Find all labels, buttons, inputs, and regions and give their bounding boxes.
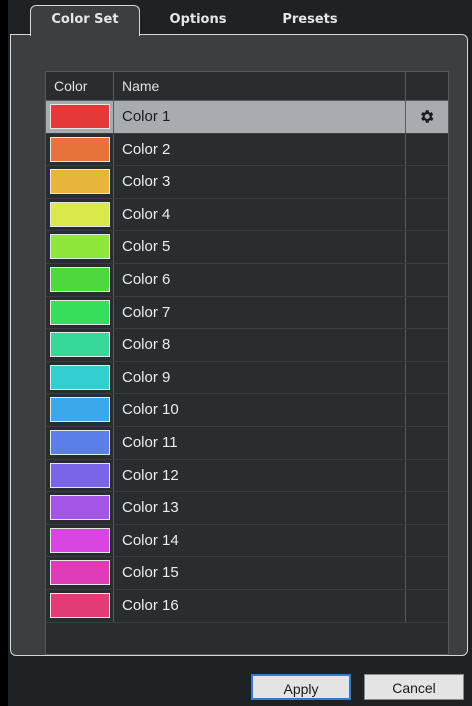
column-header-color[interactable]: Color: [46, 72, 114, 100]
table-row[interactable]: Color 4: [46, 198, 448, 232]
color-cell: [46, 361, 114, 394]
column-header-actions: [406, 72, 448, 100]
gear-icon[interactable]: [418, 108, 435, 125]
color-name[interactable]: Color 9: [114, 361, 406, 394]
color-name[interactable]: Color 3: [114, 166, 406, 198]
color-cell: [46, 524, 114, 557]
row-actions-cell: [406, 492, 448, 524]
color-swatch[interactable]: [50, 560, 110, 586]
table-row[interactable]: Color 1: [46, 101, 448, 134]
color-swatch[interactable]: [50, 527, 110, 553]
color-name[interactable]: Color 13: [114, 492, 406, 524]
row-actions-cell: [406, 199, 448, 231]
color-table: Color Name Color 1 Color 2 Color 3 Color 4C…: [45, 71, 449, 655]
color-cell: [46, 166, 114, 198]
color-swatch[interactable]: [50, 136, 110, 162]
tab-color-set[interactable]: Color Set: [30, 5, 140, 36]
color-cell: [46, 101, 114, 133]
row-actions-cell: [406, 557, 448, 589]
row-actions-cell: [406, 134, 448, 166]
row-actions-cell: [406, 394, 448, 426]
row-actions-cell: [406, 264, 448, 296]
table-row[interactable]: Color 6: [46, 263, 448, 297]
tab-presets[interactable]: Presets: [272, 6, 348, 34]
cancel-button[interactable]: Cancel: [364, 674, 464, 700]
table-row[interactable]: Color 3: [46, 166, 448, 199]
table-row[interactable]: Color 16: [46, 589, 448, 623]
color-cell: [46, 198, 114, 231]
color-cell: [46, 263, 114, 296]
row-actions-cell: [406, 427, 448, 459]
row-actions-cell: [406, 460, 448, 492]
color-set-panel: Color Name Color 1 Color 2 Color 3 Color 4C…: [10, 34, 468, 656]
table-row[interactable]: Color 9: [46, 361, 448, 395]
table-row[interactable]: Color 7: [46, 296, 448, 330]
color-name[interactable]: Color 1: [114, 101, 406, 133]
color-name[interactable]: Color 2: [114, 133, 406, 166]
color-name[interactable]: Color 8: [114, 329, 406, 361]
row-actions-cell: [406, 231, 448, 263]
color-swatch[interactable]: [50, 592, 110, 618]
color-swatch[interactable]: [50, 462, 110, 488]
table-row[interactable]: Color 10: [46, 394, 448, 427]
row-actions-cell: [406, 297, 448, 329]
tab-bar: Color Set Options Presets: [8, 0, 472, 36]
color-cell: [46, 329, 114, 361]
column-header-name[interactable]: Name: [114, 72, 406, 100]
table-header: Color Name: [46, 72, 448, 101]
table-row[interactable]: Color 15: [46, 557, 448, 590]
color-cell: [46, 459, 114, 492]
color-cell: [46, 296, 114, 329]
table-row[interactable]: Color 13: [46, 492, 448, 525]
color-swatch[interactable]: [50, 104, 110, 129]
row-actions-cell: [406, 166, 448, 198]
row-actions-cell: [406, 101, 448, 133]
color-name[interactable]: Color 16: [114, 589, 406, 622]
table-row[interactable]: Color 12: [46, 459, 448, 493]
color-swatch[interactable]: [50, 332, 110, 358]
color-name[interactable]: Color 15: [114, 557, 406, 589]
color-name[interactable]: Color 4: [114, 198, 406, 231]
color-swatch[interactable]: [50, 429, 110, 455]
color-swatch[interactable]: [50, 495, 110, 521]
color-name[interactable]: Color 11: [114, 426, 406, 459]
table-row[interactable]: Color 8: [46, 329, 448, 362]
color-swatch[interactable]: [50, 266, 110, 292]
table-row[interactable]: Color 5: [46, 231, 448, 264]
color-swatch[interactable]: [50, 234, 110, 260]
color-swatch[interactable]: [50, 364, 110, 390]
row-actions-cell: [406, 590, 448, 622]
color-swatch[interactable]: [50, 299, 110, 325]
color-swatch[interactable]: [50, 397, 110, 423]
table-row[interactable]: Color 2: [46, 133, 448, 167]
color-name[interactable]: Color 7: [114, 296, 406, 329]
color-cell: [46, 133, 114, 166]
row-actions-cell: [406, 525, 448, 557]
color-name[interactable]: Color 6: [114, 263, 406, 296]
color-cell: [46, 557, 114, 589]
color-name[interactable]: Color 10: [114, 394, 406, 426]
table-body: Color 1 Color 2 Color 3 Color 4 Color 5 Color…: [46, 101, 448, 623]
color-cell: [46, 589, 114, 622]
row-actions-cell: [406, 329, 448, 361]
table-row[interactable]: Color 11: [46, 426, 448, 460]
color-cell: [46, 492, 114, 524]
color-cell: [46, 394, 114, 426]
color-name[interactable]: Color 5: [114, 231, 406, 263]
row-actions-cell: [406, 362, 448, 394]
color-name[interactable]: Color 14: [114, 524, 406, 557]
table-row[interactable]: Color 14: [46, 524, 448, 558]
color-cell: [46, 231, 114, 263]
apply-button[interactable]: Apply: [251, 674, 351, 700]
color-swatch[interactable]: [50, 201, 110, 227]
color-cell: [46, 426, 114, 459]
tab-options[interactable]: Options: [158, 6, 238, 34]
color-swatch[interactable]: [50, 169, 110, 195]
color-name[interactable]: Color 12: [114, 459, 406, 492]
